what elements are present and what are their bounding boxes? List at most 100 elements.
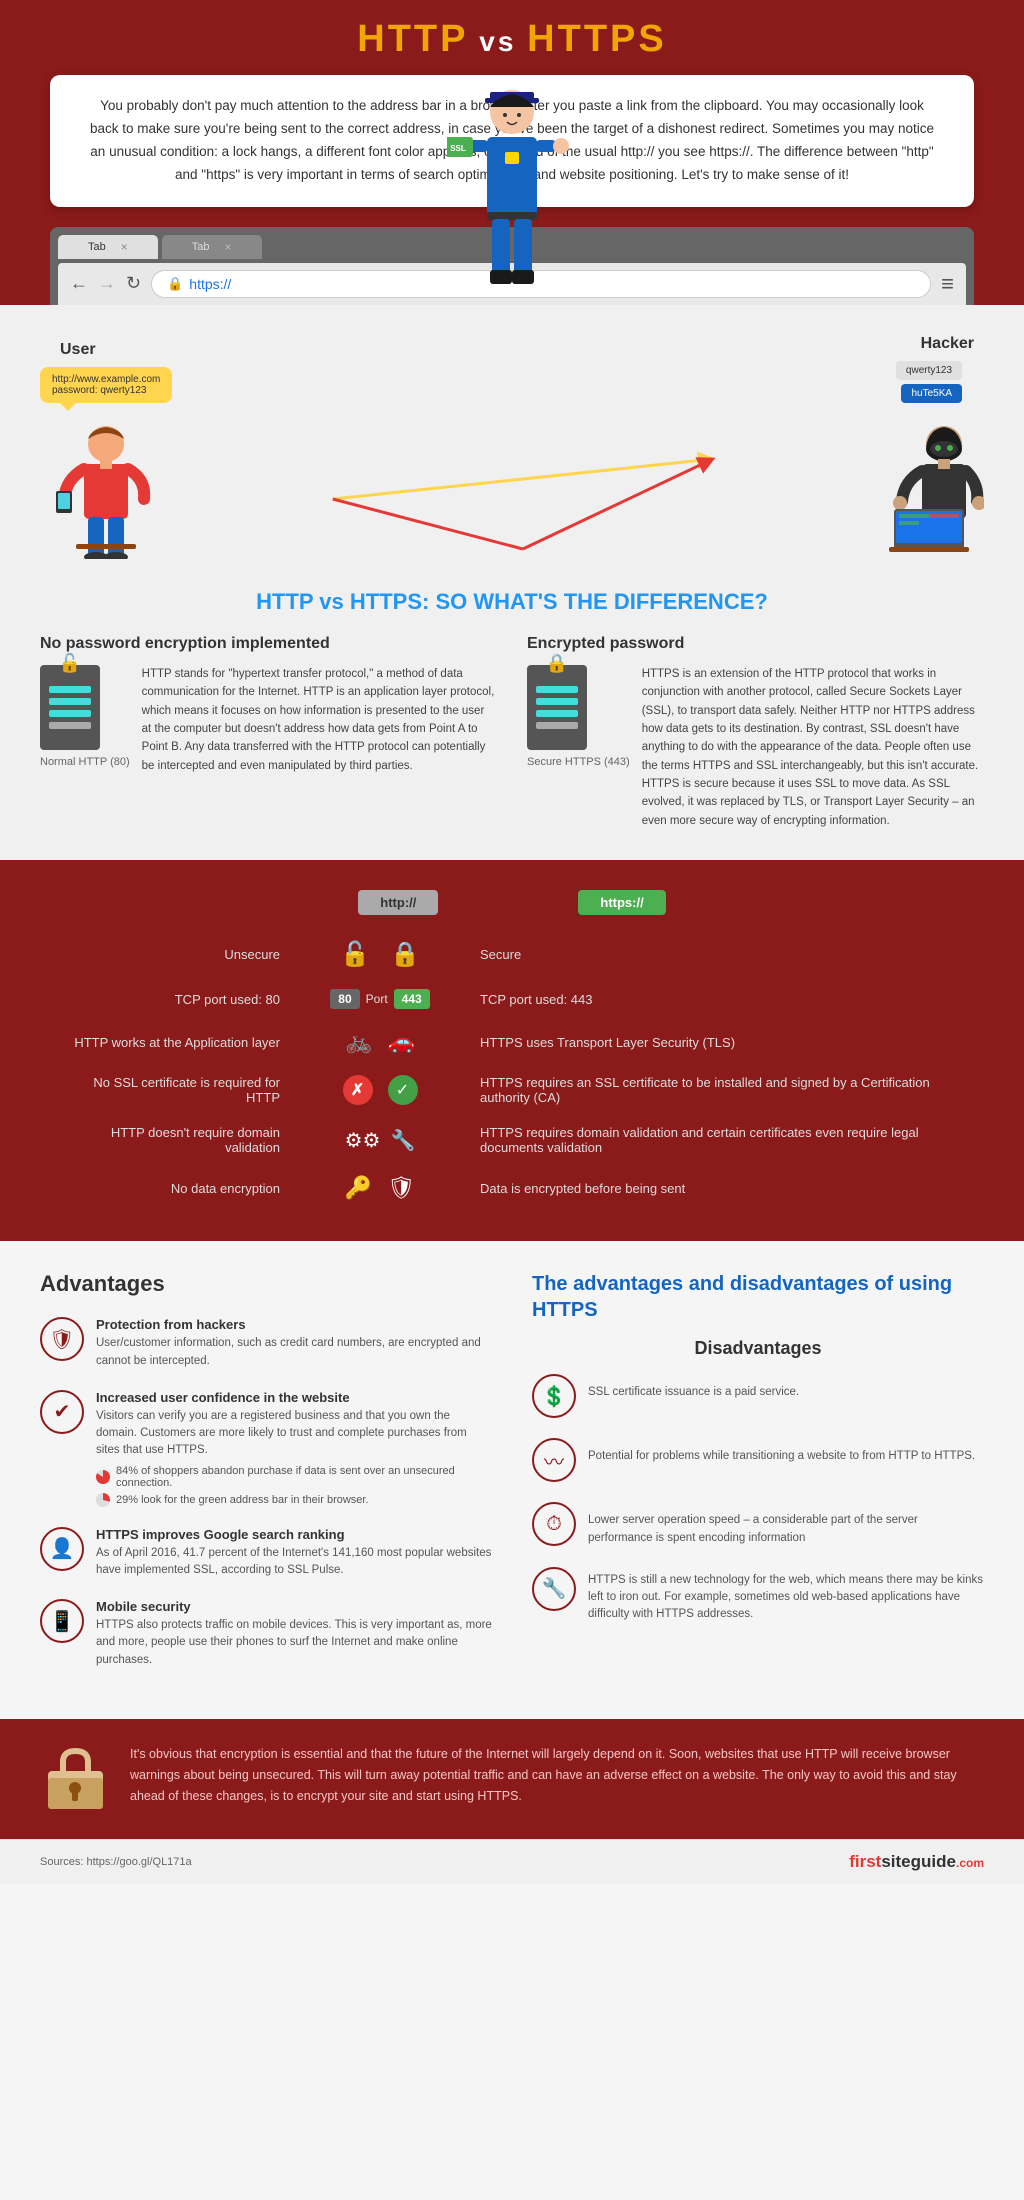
arrow-area [182,419,864,569]
shield-lock-icon: 🛡 [387,1175,415,1201]
header-section: HTTP vs HTTPS [0,0,1024,75]
key-icon: 🔑 [345,1175,372,1201]
bubble-line1: http://www.example.com [52,374,160,385]
encrypted-title: Encrypted password [527,635,984,653]
brand-guide: guide [911,1852,956,1871]
hacker-bubble1: qwerty123 [896,361,962,380]
https-label-badge: https:// [578,890,665,915]
comp-icons-2: 80 Port 443 [300,989,460,1009]
comp-right-3: HTTPS uses Transport Layer Security (TLS… [460,1035,964,1050]
https-desc: HTTPS is an extension of the HTTP protoc… [642,665,984,831]
advantages-title: Advantages [40,1271,492,1297]
check-icon: ✓ [388,1075,418,1105]
adv-dis-title: The advantages and disadvantages of usin… [532,1271,984,1323]
stat-29: 29% look for the green address bar in th… [96,1493,492,1507]
hacker-svg [874,419,984,559]
diff-columns-section: HTTP vs HTTPS: SO WHAT'S THE DIFFERENCE?… [0,579,1024,861]
comp-icons-3: 🚲 🚗 [300,1029,460,1055]
hacker-bubbles: qwerty123 huTe5KA [896,361,962,403]
comp-left-1: Unsecure [60,947,300,962]
comp-right-2: TCP port used: 443 [460,992,964,1007]
http-server-icon: 🔓 Normal HTTP (80) [40,665,130,768]
dis-desc-4: HTTPS is still a new technology for the … [588,1567,984,1624]
comp-icons-1: 🔓 🔒 [300,940,460,969]
comparison-section: http:// https:// Unsecure 🔓 🔒 Secure TCP… [0,860,1024,1241]
adv-item-1: 🛡 Protection from hackers User/customer … [40,1317,492,1370]
dis-icon-4: 🔧 [532,1567,576,1611]
stat-84: 84% of shoppers abandon purchase if data… [96,1465,492,1489]
adv-item-4: 📱 Mobile security HTTPS also protects tr… [40,1599,492,1669]
comp-left-6: No data encryption [60,1181,300,1196]
comp-icons-5: ⚙⚙ 🔧 [300,1128,460,1153]
officer-figure: SSL [447,82,577,305]
stat-29-text: 29% look for the green address bar in th… [116,1494,369,1506]
brand-site: site [881,1852,910,1871]
comp-row-3: HTTP works at the Application layer 🚲 🚗 … [60,1029,964,1055]
x-icon: ✗ [343,1075,373,1105]
lock-icon: 🔒 [167,276,183,292]
brand-first: first [849,1852,881,1871]
car-icon: 🚗 [388,1029,415,1055]
comp-right-1: Secure [460,947,964,962]
refresh-icon[interactable]: ↻ [126,273,141,294]
hacker-area: Hacker qwerty123 huTe5KA [874,335,984,569]
wrench-icon: 🔧 [390,1128,415,1153]
dis-desc-1: SSL certificate issuance is a paid servi… [588,1374,799,1401]
port-443-badge: 443 [394,989,430,1009]
gears-icon: ⚙⚙ [345,1128,381,1153]
dis-item-3: ⏱ Lower server operation speed – a consi… [532,1502,984,1547]
user-label: User [60,341,96,359]
dis-item-2: 〰 Potential for problems while transitio… [532,1438,984,1482]
comp-row-5: HTTP doesn't require domain validation ⚙… [60,1125,964,1155]
pie-29-icon [96,1493,110,1507]
title-https: HTTPS [527,18,667,60]
scene-section: User http://www.example.com password: qw… [0,305,1024,579]
no-encryption-title: No password encryption implemented [40,635,497,653]
footer-text: It's obvious that encryption is essentia… [130,1744,984,1808]
footer-section: It's obvious that encryption is essentia… [0,1719,1024,1839]
menu-icon[interactable]: ≡ [941,271,954,297]
http-port-label: Normal HTTP (80) [40,756,130,768]
footer-lock-icon [40,1744,110,1814]
dis-icon-1: 💲 [532,1374,576,1418]
https-content: 🔒 Secure HTTPS (443) HTTPS is an extensi… [527,665,984,831]
bottom-bar: Sources: https://goo.gl/QL171a firstsite… [0,1839,1024,1884]
adv-title-1: Protection from hackers [96,1317,492,1332]
tab2-text: Tab [192,241,210,253]
browser-tab-1[interactable]: Tab × [58,235,158,259]
comp-icons-6: 🔑 🛡 [300,1175,460,1201]
crossing-arrows [182,419,864,569]
svg-text:SSL: SSL [450,144,466,153]
bubble-arrow [60,403,76,411]
stat-84-text: 84% of shoppers abandon purchase if data… [116,1465,492,1489]
adv-desc-4: HTTPS also protects traffic on mobile de… [96,1617,492,1669]
forward-icon[interactable]: → [98,273,116,294]
comp-left-5: HTTP doesn't require domain validation [60,1125,300,1155]
comp-right-6: Data is encrypted before being sent [460,1181,964,1196]
adv-title-3: HTTPS improves Google search ranking [96,1527,492,1542]
source-text: Sources: https://goo.gl/QL171a [40,1856,192,1868]
back-icon[interactable]: ← [70,273,88,294]
comp-right-5: HTTPS requires domain validation and cer… [460,1125,964,1155]
dis-desc-3: Lower server operation speed – a conside… [588,1502,984,1547]
comp-icons-4: ✗ ✓ [300,1075,460,1105]
comparison-header: http:// https:// [60,890,964,915]
comp-row-4: No SSL certificate is required for HTTP … [60,1075,964,1105]
lock-folder-svg [43,1746,108,1811]
tab2-close[interactable]: × [225,240,232,254]
user-svg [56,419,156,559]
brand-com: .com [956,1856,984,1870]
adv-icon-3: 👤 [40,1527,84,1571]
title-http: HTTP [357,18,468,60]
brand: firstsiteguide.com [849,1852,984,1872]
diff-cols: No password encryption implemented 🔓 Nor… [40,635,984,831]
port-80-badge: 80 [330,989,359,1009]
browser-tab-2[interactable]: Tab × [162,235,262,259]
advantages-col: Advantages 🛡 Protection from hackers Use… [40,1271,492,1689]
hacker-label: Hacker [921,335,974,353]
tab1-close[interactable]: × [121,240,128,254]
port-divider: Port [366,992,388,1006]
comp-left-3: HTTP works at the Application layer [60,1035,300,1050]
diff-title: HTTP vs HTTPS: SO WHAT'S THE DIFFERENCE? [40,589,984,615]
adv-desc-3: As of April 2016, 41.7 percent of the In… [96,1545,492,1580]
